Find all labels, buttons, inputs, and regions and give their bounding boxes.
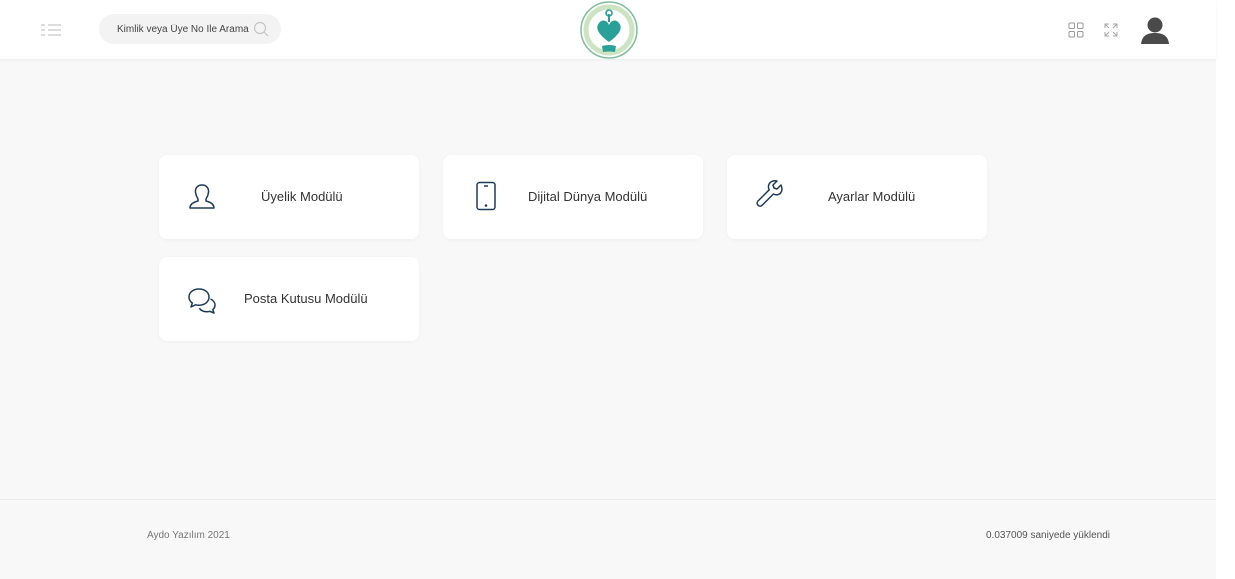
app-root: Üyelik Modülü Dijital Dünya Modülü Ayarl… [0, 0, 1216, 579]
chat-icon [188, 288, 216, 314]
search-box [99, 14, 281, 44]
fullscreen-icon[interactable] [1103, 22, 1119, 38]
footer-copyright: Aydo Yazılım 2021 [147, 530, 230, 541]
tablet-icon [476, 181, 496, 211]
search-icon[interactable] [253, 21, 269, 37]
module-label: Ayarlar Modülü [828, 189, 916, 204]
module-label: Dijital Dünya Modülü [528, 189, 648, 204]
apps-grid-icon[interactable] [1068, 22, 1084, 38]
menu-toggle-button[interactable] [38, 20, 64, 40]
user-icon [189, 184, 215, 209]
search-input[interactable] [117, 14, 252, 44]
footer-divider [0, 499, 1216, 500]
organization-logo[interactable] [578, 0, 640, 60]
menu-toggle-icon [41, 24, 61, 36]
wrench-icon [756, 180, 783, 207]
footer-load-time: 0.037009 saniyede yüklendi [986, 530, 1110, 541]
user-avatar-icon[interactable] [1140, 16, 1170, 44]
module-card-mailbox[interactable]: Posta Kutusu Modülü [159, 257, 419, 341]
module-card-digital-world[interactable]: Dijital Dünya Modülü [443, 155, 703, 239]
module-label: Posta Kutusu Modülü [244, 291, 368, 306]
module-label: Üyelik Modülü [261, 189, 343, 204]
module-card-membership[interactable]: Üyelik Modülü [159, 155, 419, 239]
top-bar [0, 0, 1216, 59]
module-card-settings[interactable]: Ayarlar Modülü [727, 155, 987, 239]
